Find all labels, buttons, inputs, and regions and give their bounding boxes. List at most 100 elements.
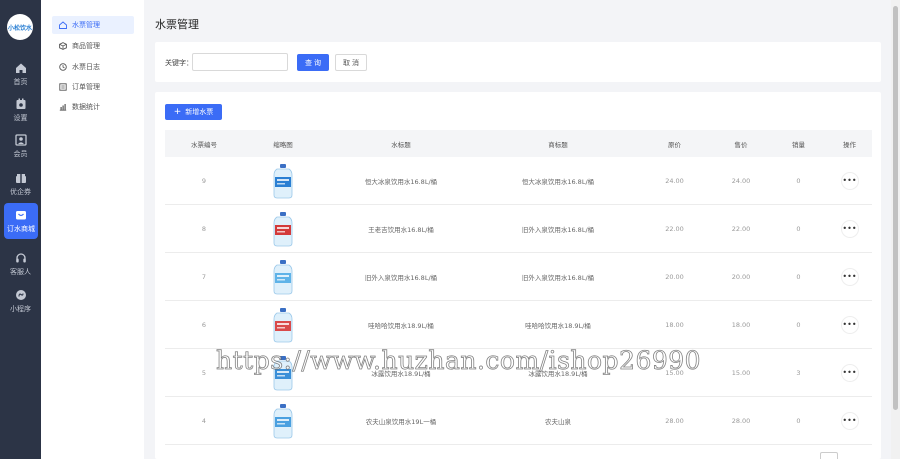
sub-item-goods-manage[interactable]: 商品管理: [52, 37, 134, 55]
rail-item-label: 会员: [13, 149, 28, 158]
cell-id: 6: [201, 320, 207, 329]
table-row: 8 王老吉饮用水16.8L/桶 旧外入泉饮用水16.8L/桶 22.00 22.00 0 •…: [165, 205, 872, 253]
logo-text: 小松饮水: [7, 24, 32, 32]
mall-icon: [15, 209, 27, 221]
rail-item-settings[interactable]: 设置: [0, 92, 41, 128]
cell-id: 7: [201, 272, 207, 281]
rail-item-home[interactable]: 首页: [0, 56, 41, 92]
cell-price: 20.00: [665, 272, 684, 281]
cell-title: 恒大冰泉饮用水16.8L/桶: [364, 177, 438, 186]
table-row: 9 恒大冰泉饮用水16.8L/桶 恒大冰泉饮用水16.8L/桶 24.00 24.00 0…: [165, 157, 872, 205]
clock-icon: [59, 63, 67, 71]
page-title: 水票管理: [155, 18, 199, 31]
cell-thumbnail: [243, 349, 323, 396]
rail-item-label: 优企券: [10, 187, 31, 196]
rail-item-mall[interactable]: 订水商城: [4, 203, 38, 239]
cell-subtitle: 恒大冰泉饮用水16.8L/桶: [521, 177, 595, 186]
sub-item-ticket-log[interactable]: 水票日志: [52, 58, 134, 76]
cell-thumbnail: [243, 301, 323, 348]
query-button[interactable]: 查 询: [297, 54, 329, 71]
more-actions-icon[interactable]: •••: [840, 267, 859, 286]
cell-price: 18.00: [665, 320, 684, 329]
product-image[interactable]: [270, 355, 296, 391]
cancel-button[interactable]: 取 消: [335, 54, 367, 71]
table-row: 4 农夫山泉饮用水19L一桶 农夫山泉 28.00 28.00 0 •••: [165, 397, 872, 445]
more-actions-icon[interactable]: •••: [840, 219, 859, 238]
header-title: 水标题: [391, 140, 411, 149]
cell-id: 5: [201, 368, 207, 377]
cell-subtitle: 冰露饮用水18.9L/桶: [528, 369, 588, 378]
cell-title: 冰露饮用水18.9L/桶: [371, 369, 431, 378]
cell-actions: •••: [827, 157, 872, 204]
rail-item-label: 首页: [13, 77, 28, 86]
sub-item-label: 水票日志: [72, 63, 100, 71]
keyword-input[interactable]: [192, 53, 288, 71]
table-panel: + 新增水票 水票编号 缩略图 水标题 商标题 原价 售价 销量 操作 9 恒大冰…: [155, 92, 881, 459]
cell-thumbnail: [243, 205, 323, 252]
sub-item-label: 商品管理: [72, 42, 100, 50]
plus-icon: +: [173, 107, 182, 117]
sub-item-order-manage[interactable]: 订单管理: [52, 78, 134, 96]
cell-sale-price: 28.00: [731, 416, 751, 425]
header-thumbnail: 缩略图: [273, 140, 293, 149]
more-actions-icon[interactable]: •••: [840, 363, 859, 382]
rail-item-miniapp[interactable]: 小程序: [0, 283, 41, 319]
more-actions-icon[interactable]: •••: [840, 411, 859, 430]
left-rail: 小松饮水 首页 设置 会员 优企券 订水商城 客服人 小程序: [0, 0, 41, 459]
table-header: 水票编号 缩略图 水标题 商标题 原价 售价 销量 操作: [165, 130, 872, 157]
cell-sale-price: 15.00: [731, 368, 751, 377]
rail-item-headset[interactable]: 客服人: [0, 246, 41, 282]
sub-item-label: 水票管理: [72, 21, 100, 29]
headset-icon: [15, 252, 27, 264]
cell-sale-price: 24.00: [731, 176, 751, 185]
product-image[interactable]: [270, 403, 296, 439]
page-scrollbar[interactable]: [891, 0, 900, 459]
cell-id: 9: [201, 176, 207, 185]
pagination-button[interactable]: [820, 452, 838, 459]
sub-item-label: 订单管理: [72, 83, 100, 91]
header-actions: 操作: [843, 140, 856, 149]
cell-sales: 3: [796, 368, 801, 377]
header-subtitle: 商标题: [548, 140, 568, 149]
cell-sales: 0: [796, 416, 801, 425]
cell-subtitle: 农夫山泉: [545, 417, 571, 426]
cell-sale-price: 20.00: [731, 272, 751, 281]
app-logo[interactable]: 小松饮水: [7, 14, 33, 40]
cell-price: 22.00: [665, 224, 684, 233]
table-row: 6 哇哈哈饮用水18.9L/桶 哇哈哈饮用水18.9L/桶 18.00 18.00 0 ••…: [165, 301, 872, 349]
table-row: 7 旧外入泉饮用水16.8L/桶 旧外入泉饮用水16.8L/桶 20.00 20.00 0…: [165, 253, 872, 301]
table-row: 5 冰露饮用水18.9L/桶 冰露饮用水18.9L/桶 15.00 15.00 3 •••: [165, 349, 872, 397]
header-price: 原价: [668, 140, 681, 149]
cell-subtitle: 旧外入泉饮用水16.8L/桶: [521, 225, 595, 234]
cell-sales: 0: [796, 320, 801, 329]
sub-item-ticket-manage[interactable]: 水票管理: [52, 16, 134, 34]
rail-item-label: 小程序: [10, 304, 31, 313]
cell-title: 王老吉饮用水16.8L/桶: [368, 225, 434, 234]
sub-item-statistics[interactable]: 数据统计: [52, 98, 134, 116]
settings-icon: [15, 98, 27, 110]
more-actions-icon[interactable]: •••: [840, 315, 859, 334]
product-image[interactable]: [270, 307, 296, 343]
cell-actions: •••: [827, 205, 872, 252]
cell-subtitle: 哇哈哈饮用水18.9L/桶: [525, 321, 591, 330]
more-actions-icon[interactable]: •••: [840, 171, 859, 190]
chart-icon: [59, 103, 67, 111]
home-icon: [59, 21, 67, 29]
home-icon: [15, 62, 27, 74]
sub-item-label: 数据统计: [72, 103, 100, 111]
header-sales: 销量: [792, 140, 805, 149]
rail-item-label: 客服人: [10, 267, 31, 276]
scrollbar-thumb[interactable]: [893, 6, 898, 410]
product-image[interactable]: [270, 163, 296, 199]
cell-id: 8: [201, 224, 207, 233]
cell-title: 旧外入泉饮用水16.8L/桶: [364, 273, 438, 282]
product-image[interactable]: [270, 259, 296, 295]
rail-item-member[interactable]: 会员: [0, 128, 41, 164]
rail-item-coupon[interactable]: 优企券: [0, 166, 41, 202]
add-ticket-button[interactable]: + 新增水票: [165, 104, 222, 120]
member-icon: [14, 133, 27, 146]
cell-actions: •••: [827, 253, 872, 300]
cell-actions: •••: [827, 349, 872, 396]
product-image[interactable]: [270, 211, 296, 247]
cell-title: 哇哈哈饮用水18.9L/桶: [368, 321, 434, 330]
